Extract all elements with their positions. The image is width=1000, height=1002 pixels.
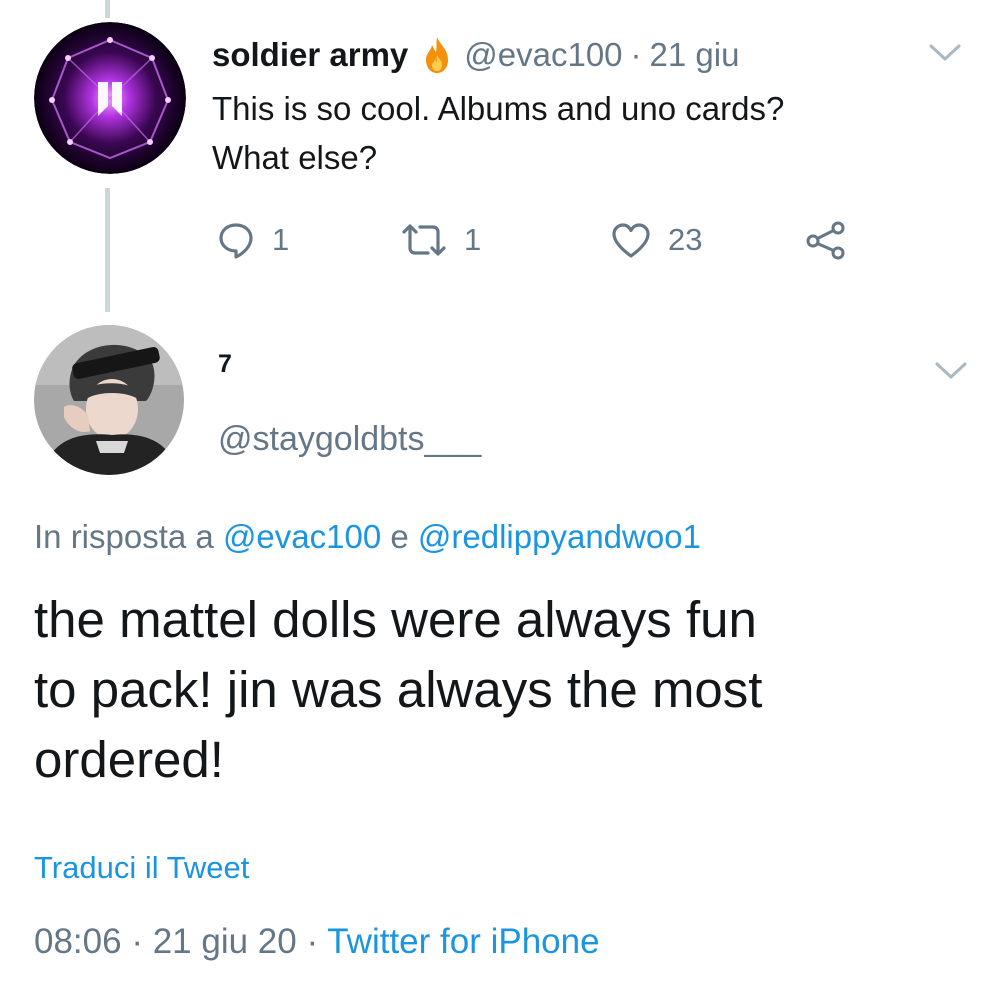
tweet-text-line: What else? <box>212 139 378 176</box>
retweet-button[interactable]: 1 <box>400 218 481 262</box>
reply-button[interactable]: 1 <box>216 218 289 262</box>
chevron-down-icon[interactable] <box>928 42 962 64</box>
tweet-text-line: the mattel dolls were always fun <box>34 591 757 648</box>
display-name[interactable]: soldier army <box>212 36 408 74</box>
reply-conjunction: e <box>390 518 409 555</box>
retweet-icon <box>400 220 448 260</box>
tweet-time: 08:06 <box>34 922 122 961</box>
tweet1-text: This is so cool. Albums and uno cards? W… <box>212 84 972 182</box>
separator-dot: · <box>630 36 642 73</box>
tweet2-text: the mattel dolls were always fun to pack… <box>34 585 974 795</box>
user-handle[interactable]: @evac100 <box>464 36 622 74</box>
share-icon <box>804 220 848 260</box>
reply-mention-link[interactable]: @evac100 <box>223 518 381 555</box>
tweet-text-line: ordered! <box>34 731 224 788</box>
tweet-text-line: This is so cool. Albums and uno cards? <box>212 90 785 127</box>
fire-emoji <box>422 35 452 75</box>
retweet-count: 1 <box>464 222 482 257</box>
tweet-meta: 08:06 · 21 giu 20 · Twitter for iPhone <box>34 922 600 962</box>
like-count: 23 <box>668 222 703 257</box>
reply-count: 1 <box>272 222 290 257</box>
avatar[interactable] <box>34 325 184 475</box>
share-button[interactable] <box>804 218 848 262</box>
reply-context: In risposta a @evac100 e @redlippyandwoo… <box>34 518 701 556</box>
like-icon <box>610 220 652 260</box>
separator-dot: · <box>131 922 143 961</box>
tweet1-header: soldier army @evac100 · 21 giu <box>212 30 739 80</box>
tweet-full-date: 21 giu 20 <box>152 922 297 961</box>
reply-mention-link[interactable]: @redlippyandwoo1 <box>418 518 701 555</box>
tweet-text-line: to pack! jin was always the most <box>34 661 763 718</box>
separator-dot: · <box>306 922 319 961</box>
translate-tweet-link[interactable]: Traduci il Tweet <box>34 850 249 886</box>
reply-prefix: In risposta a <box>34 518 214 555</box>
user-handle[interactable]: @staygoldbts___ <box>218 420 481 459</box>
chevron-down-icon[interactable] <box>934 360 968 382</box>
display-name[interactable]: 7 <box>218 350 232 379</box>
thread-line-top <box>105 0 110 18</box>
like-button[interactable]: 23 <box>610 218 702 262</box>
avatar[interactable] <box>34 22 186 174</box>
reply-icon <box>216 220 256 260</box>
thread-line-connector <box>105 188 110 312</box>
source-link[interactable]: Twitter for iPhone <box>327 922 599 961</box>
tweet-date[interactable]: 21 giu <box>650 36 740 74</box>
